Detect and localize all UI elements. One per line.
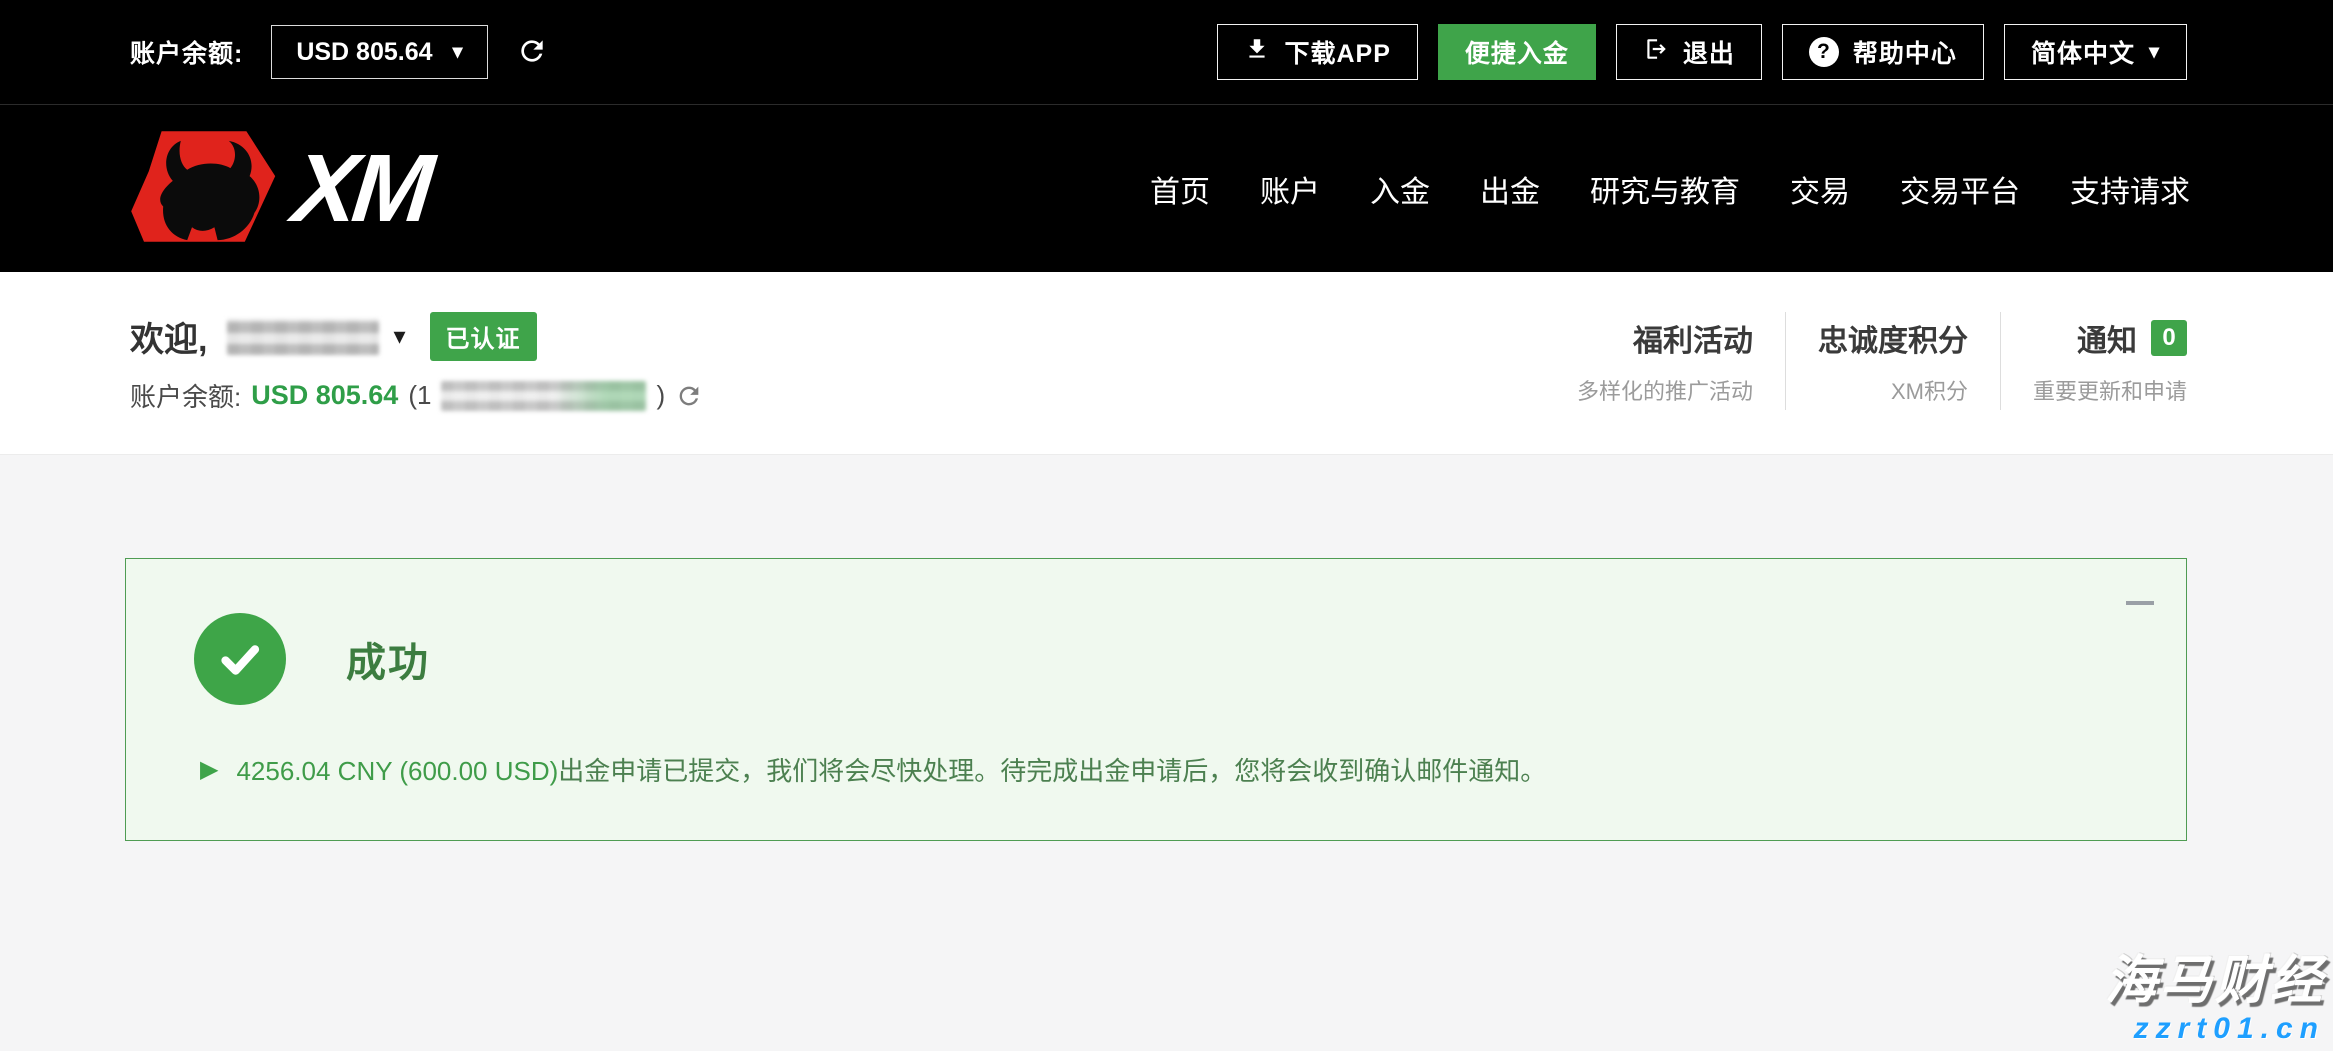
account-balance-value: USD 805.64 [296, 38, 432, 67]
nav-item-research-education[interactable]: 研究与教育 [1590, 167, 1740, 211]
welcome-user-block: 欢迎, ▾ 已认证 账户余额: USD 805.64 (1 ) [130, 312, 703, 414]
chevron-down-icon: ▾ [2149, 42, 2160, 62]
download-app-label: 下载APP [1284, 34, 1390, 70]
refresh-icon [675, 382, 703, 410]
nav-item-trading[interactable]: 交易 [1790, 167, 1850, 211]
bullet-triangle-icon: ▶ [200, 758, 218, 782]
refresh-icon [516, 35, 548, 70]
success-message-body: 出金申请已提交，我们将会尽快处理。待完成出金申请后，您将会收到确认邮件通知。 [558, 756, 1546, 786]
link-loyalty-subtitle: XM积分 [1818, 374, 1968, 406]
help-center-label: 帮助中心 [1853, 34, 1957, 70]
logout-label: 退出 [1683, 34, 1735, 70]
account-number-suffix: ) [656, 380, 665, 411]
logout-icon [1643, 36, 1669, 69]
link-promotions[interactable]: 福利活动 多样化的推广活动 [1545, 312, 1785, 410]
download-app-button[interactable]: 下载APP [1217, 24, 1417, 80]
welcome-section: 欢迎, ▾ 已认证 账户余额: USD 805.64 (1 ) 福利活动 多样化… [0, 272, 2333, 455]
collapse-panel-button[interactable] [2126, 601, 2154, 605]
topbar-balance-group: 账户余额: USD 805.64 ▾ [130, 25, 548, 79]
topbar-actions: 下载APP 便捷入金 退出 ? 帮助中心 简体中文 ▾ [1217, 24, 2187, 80]
link-notifications-title: 通知 [2077, 316, 2137, 360]
success-alert-panel: 成功 ▶ 4256.04 CNY (600.00 USD)出金申请已提交，我们将… [125, 558, 2187, 841]
help-icon: ? [1809, 37, 1839, 67]
welcome-greeting: 欢迎, [130, 312, 207, 361]
xm-bull-icon [128, 124, 288, 254]
language-select-button[interactable]: 简体中文 ▾ [2004, 24, 2187, 80]
nav-item-withdrawal[interactable]: 出金 [1480, 167, 1540, 211]
welcome-quick-links: 福利活动 多样化的推广活动 忠诚度积分 XM积分 通知 0 重要更新和申请 [1545, 312, 2187, 410]
main-content: 成功 ▶ 4256.04 CNY (600.00 USD)出金申请已提交，我们将… [0, 455, 2333, 1051]
success-title: 成功 [346, 630, 430, 688]
nav-item-deposit[interactable]: 入金 [1370, 167, 1430, 211]
nav-item-platforms[interactable]: 交易平台 [1900, 167, 2020, 211]
language-label: 简体中文 [2031, 34, 2135, 70]
balance-refresh-button[interactable] [675, 382, 703, 410]
link-promotions-title: 福利活动 [1577, 316, 1753, 360]
topbar-balance-label: 账户余额: [130, 34, 243, 70]
xm-logo-text: XM [289, 141, 443, 237]
link-loyalty-title: 忠诚度积分 [1818, 316, 1968, 360]
quick-deposit-label: 便捷入金 [1465, 34, 1569, 70]
link-notifications-subtitle: 重要更新和申请 [2033, 374, 2187, 406]
withdrawal-amount: 4256.04 CNY (600.00 USD) [236, 756, 558, 786]
nav-item-account[interactable]: 账户 [1260, 167, 1320, 211]
logout-button[interactable]: 退出 [1616, 24, 1762, 80]
chevron-down-icon: ▾ [453, 42, 463, 62]
success-message-row: ▶ 4256.04 CNY (600.00 USD)出金申请已提交，我们将会尽快… [200, 751, 1546, 788]
xm-logo[interactable]: XM [128, 124, 438, 254]
verified-status-badge: 已认证 [430, 312, 537, 361]
nav-item-home[interactable]: 首页 [1150, 167, 1210, 211]
link-promotions-subtitle: 多样化的推广活动 [1577, 374, 1753, 406]
topbar-refresh-button[interactable] [516, 35, 548, 70]
account-balance-select[interactable]: USD 805.64 ▾ [271, 25, 487, 79]
download-icon [1244, 36, 1270, 69]
account-dropdown-caret-icon[interactable]: ▾ [393, 322, 405, 351]
success-message: 4256.04 CNY (600.00 USD)出金申请已提交，我们将会尽快处理… [236, 751, 1546, 788]
top-utility-bar: 账户余额: USD 805.64 ▾ 下载APP 便捷入金 退出 ? [0, 0, 2333, 105]
link-notifications[interactable]: 通知 0 重要更新和申请 [2000, 312, 2187, 410]
main-navbar: XM 首页 账户 入金 出金 研究与教育 交易 交易平台 支持请求 [0, 105, 2333, 272]
redacted-account-number [441, 381, 646, 411]
notification-count-badge: 0 [2151, 320, 2187, 356]
account-number-prefix: (1 [408, 380, 431, 411]
welcome-balance-value: USD 805.64 [251, 380, 398, 411]
link-loyalty-points[interactable]: 忠诚度积分 XM积分 [1785, 312, 2000, 410]
redacted-username [227, 319, 379, 355]
main-nav-menu: 首页 账户 入金 出金 研究与教育 交易 交易平台 支持请求 [1150, 167, 2190, 211]
quick-deposit-button[interactable]: 便捷入金 [1438, 24, 1596, 80]
help-center-button[interactable]: ? 帮助中心 [1782, 24, 1984, 80]
welcome-balance-label: 账户余额: [130, 377, 241, 414]
success-check-icon [194, 613, 286, 705]
nav-item-support[interactable]: 支持请求 [2070, 167, 2190, 211]
